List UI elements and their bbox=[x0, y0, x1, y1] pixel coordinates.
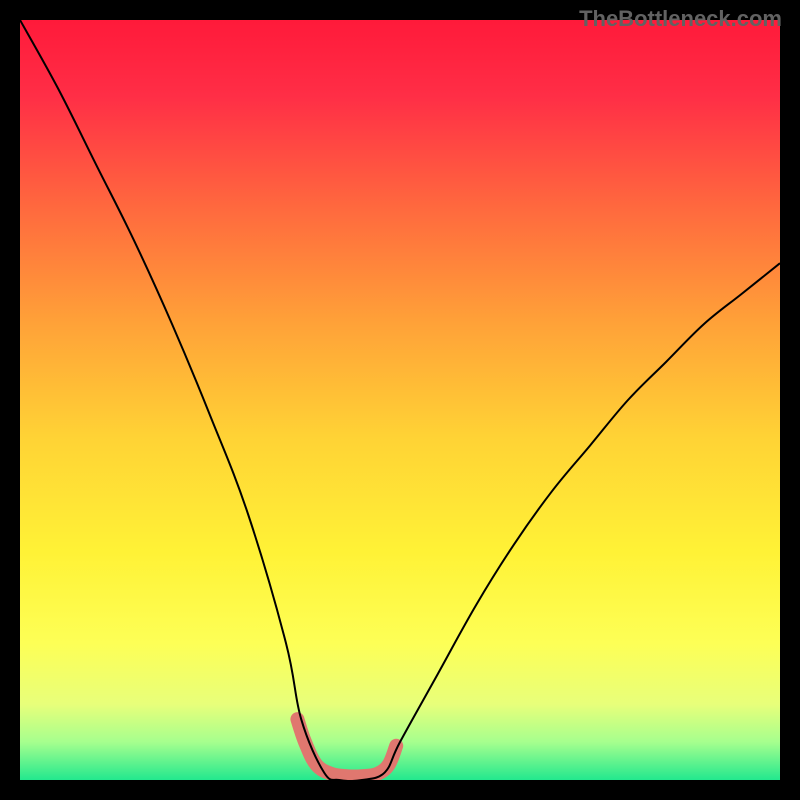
watermark-text: TheBottleneck.com bbox=[579, 6, 782, 32]
chart-container bbox=[20, 20, 780, 780]
gradient-background bbox=[20, 20, 780, 780]
bottleneck-chart bbox=[20, 20, 780, 780]
